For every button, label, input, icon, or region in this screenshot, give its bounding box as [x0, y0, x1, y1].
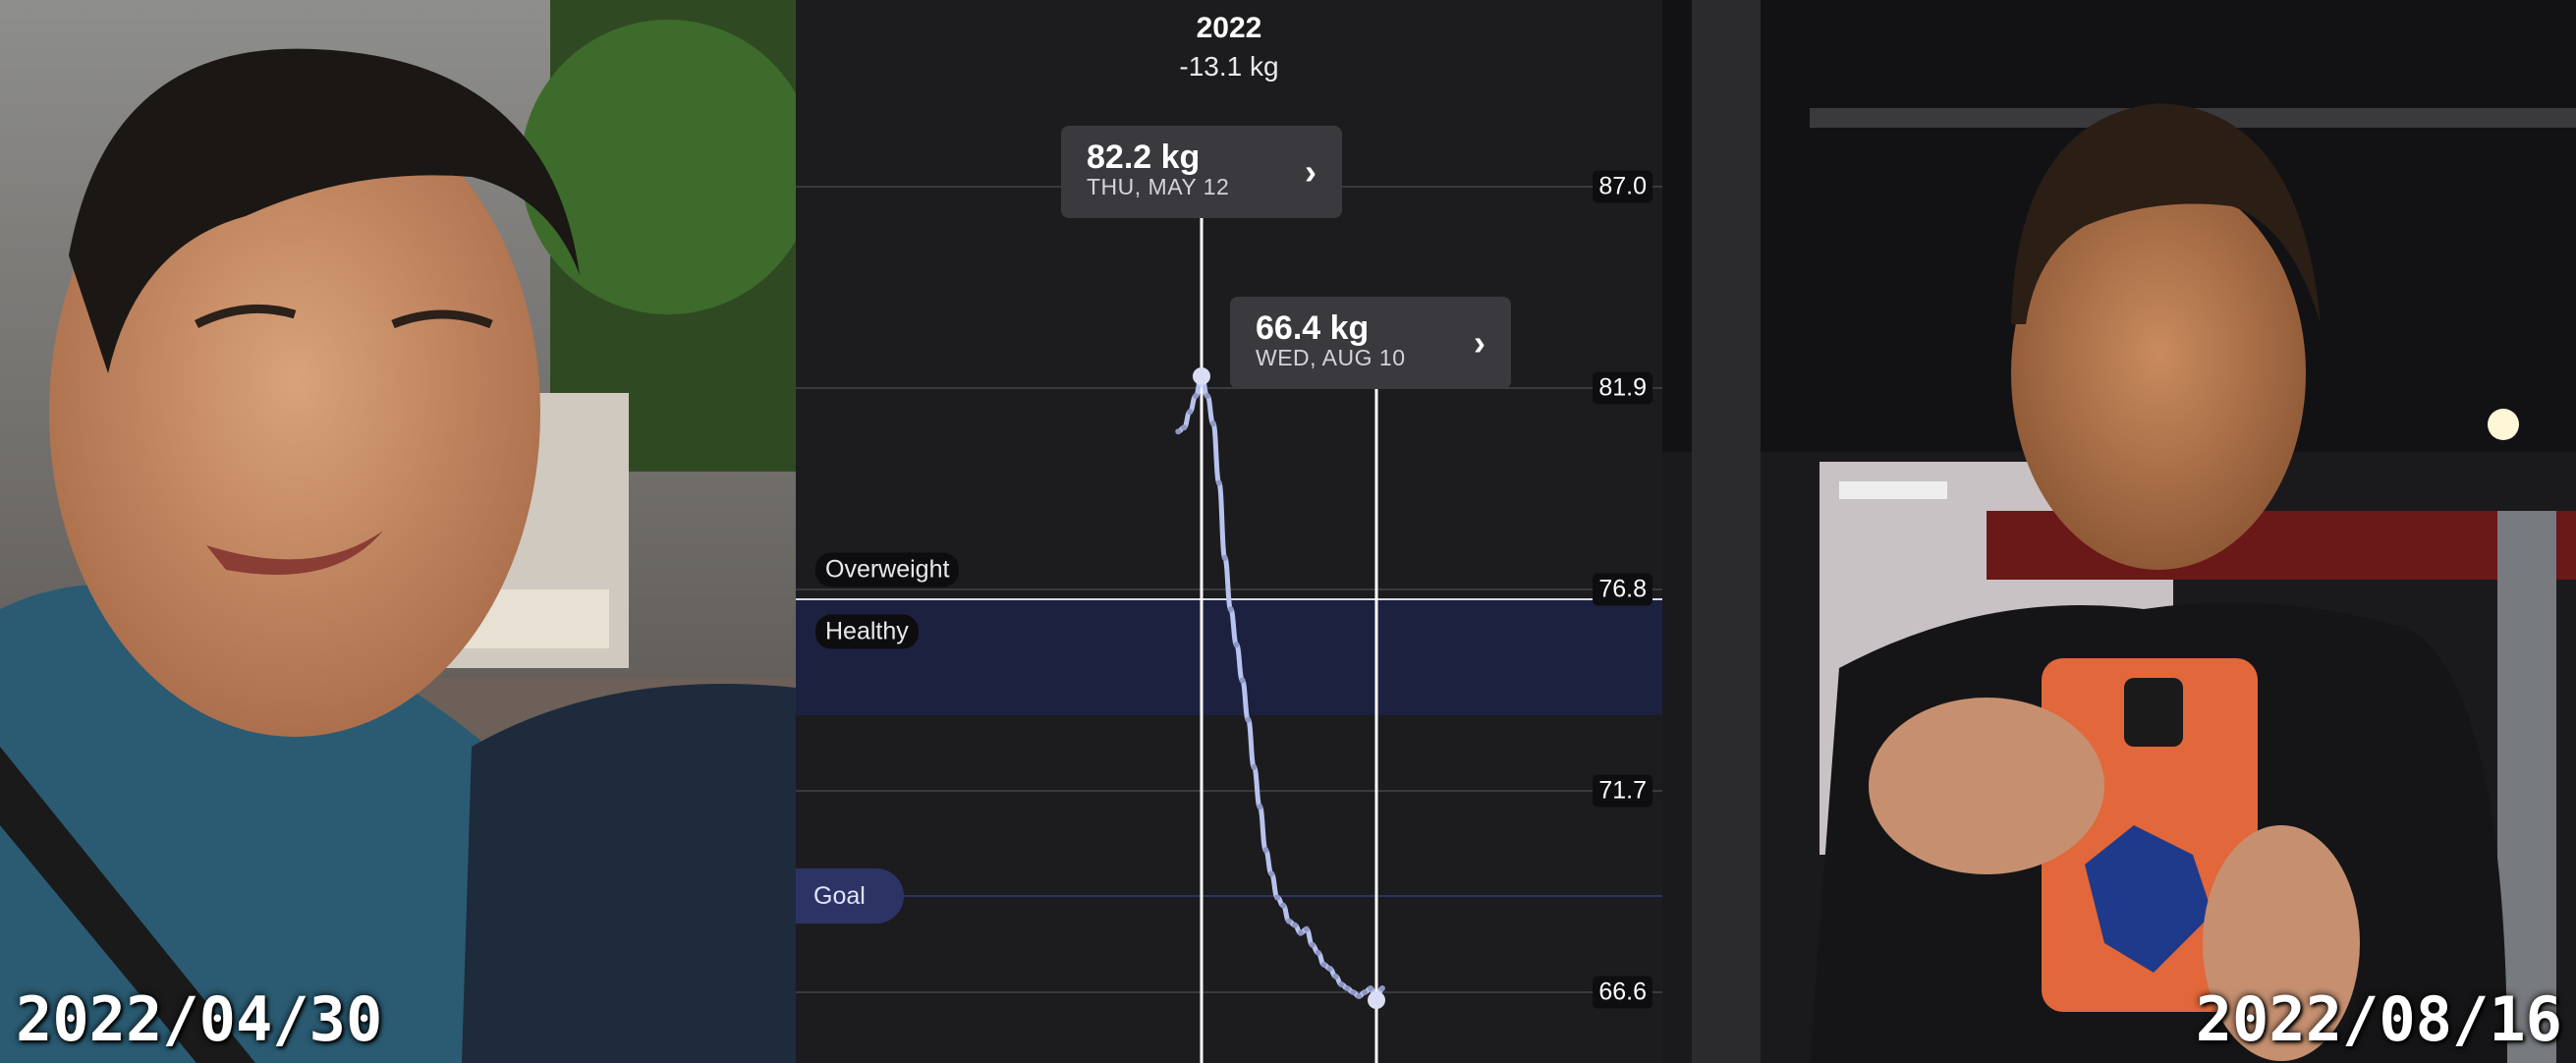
tooltip-date: THU, MAY 12 — [1087, 174, 1230, 199]
zone-label-overweight: Overweight — [815, 552, 960, 587]
selected-point[interactable] — [1193, 366, 1210, 385]
weigh-in-point — [1227, 606, 1234, 613]
weigh-in-point — [1233, 642, 1240, 648]
healthy-zone-band — [796, 599, 1662, 715]
weigh-in-point — [1215, 479, 1222, 486]
chevron-right-icon: › — [1474, 322, 1485, 363]
weigh-in-point — [1309, 941, 1316, 948]
weigh-in-point — [1286, 918, 1292, 924]
goal-label: Goal — [796, 868, 904, 923]
weigh-in-point — [1175, 428, 1182, 435]
weigh-in-point — [1193, 393, 1200, 400]
y-tick-label: 87.0 — [1593, 170, 1652, 203]
weigh-in-point — [1320, 961, 1327, 968]
weigh-in-point — [1315, 949, 1321, 956]
weigh-in-point — [1239, 677, 1246, 684]
weigh-in-point — [1274, 894, 1281, 901]
weigh-in-point — [1280, 902, 1287, 909]
zone-label-healthy: Healthy — [815, 614, 919, 649]
weigh-in-point — [1303, 925, 1310, 932]
weigh-in-point — [1251, 763, 1258, 770]
after-photo-image — [1662, 0, 2576, 1063]
y-tick-label: 66.6 — [1593, 976, 1652, 1009]
weigh-in-point — [1297, 929, 1304, 936]
weigh-in-point — [1204, 393, 1210, 400]
weigh-in-point — [1350, 989, 1357, 995]
selected-point[interactable] — [1368, 991, 1385, 1010]
weigh-in-point — [1245, 716, 1252, 723]
weigh-in-point — [1262, 847, 1269, 854]
tooltip-weight: 66.4 kg — [1256, 309, 1370, 347]
tooltip-date: WED, AUG 10 — [1256, 345, 1406, 370]
weigh-in-point — [1378, 984, 1385, 991]
weigh-in-point — [1187, 409, 1194, 416]
weigh-in-point — [1257, 804, 1263, 811]
weigh-in-point — [1344, 984, 1351, 991]
after-photo: 2022/08/16 — [1662, 0, 2576, 1063]
weigh-in-point — [1209, 420, 1216, 427]
before-date-caption: 2022/04/30 — [16, 983, 383, 1055]
chart-year: 2022 — [1196, 12, 1262, 44]
weigh-in-point — [1181, 424, 1188, 431]
weigh-in-point — [1362, 989, 1369, 995]
weigh-in-point — [1338, 980, 1345, 987]
weigh-in-point — [1368, 984, 1374, 991]
weight-tooltip-aug-10[interactable]: 66.4 kg WED, AUG 10 › — [1230, 297, 1511, 389]
after-date-caption: 2022/08/16 — [2195, 983, 2562, 1055]
weigh-in-point — [1291, 922, 1298, 928]
weight-tooltip-may-12[interactable]: 82.2 kg THU, MAY 12 › — [1061, 126, 1342, 218]
weigh-in-point — [1356, 993, 1363, 1000]
weigh-in-point — [1332, 973, 1339, 979]
y-tick-label: 76.8 — [1593, 573, 1652, 606]
chevron-right-icon: › — [1305, 151, 1316, 192]
before-photo: 2022/04/30 — [0, 0, 796, 1063]
weight-chart-panel: 2022 -13.1 kg 87.0 81.9 76.8 71.7 66.6 O… — [796, 0, 1662, 1063]
y-tick-label: 81.9 — [1593, 371, 1652, 405]
y-tick-label: 71.7 — [1593, 774, 1652, 808]
weigh-in-point — [1221, 554, 1228, 561]
weigh-in-point — [1268, 870, 1275, 877]
weigh-in-point — [1326, 965, 1333, 972]
weight-change: -13.1 kg — [1179, 51, 1279, 82]
before-photo-image — [0, 0, 796, 1063]
tooltip-weight: 82.2 kg — [1087, 139, 1201, 176]
